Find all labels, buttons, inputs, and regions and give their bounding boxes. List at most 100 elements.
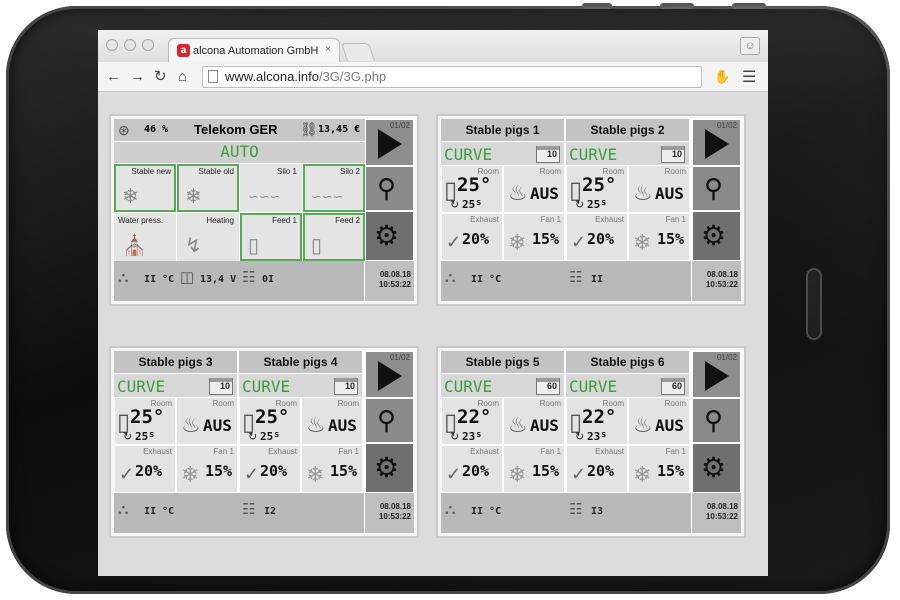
page-icon — [208, 70, 218, 83]
settings-button[interactable]: ⚙ — [692, 443, 741, 493]
play-button[interactable]: 01/02 — [692, 351, 741, 398]
fan-cell[interactable]: Fan 1 ❄ 15% — [628, 445, 690, 493]
water-press-cell[interactable]: Water press. ⛪ — [114, 213, 176, 261]
network-icon: ☷ — [569, 501, 583, 518]
browser-window: a alcona Automation GmbH × ☺ ← → ↻ ⌂ www… — [98, 30, 768, 576]
room-panel[interactable]: Stable pigs 1 CURVE 10 Room ▯ 25° ↻ 25 s… — [436, 114, 746, 306]
settings-button[interactable]: ⚙ — [365, 211, 414, 261]
mode-indicator[interactable]: AUTO — [114, 141, 365, 163]
room-panel[interactable]: Stable pigs 5 CURVE 60 Room ▯ 22° ↻ 23 s… — [436, 346, 746, 538]
forward-icon[interactable]: → — [130, 68, 145, 86]
room-temp-cell[interactable]: Room ▯ 22° ↻ 23 s — [566, 397, 628, 445]
room-title[interactable]: Stable pigs 6 — [566, 351, 690, 373]
play-button[interactable]: 01/02 — [365, 351, 414, 398]
overview-panel[interactable]: ⊛ 46 % Telekom GER ⛓ 13,45 € AUTO Stable… — [109, 114, 419, 306]
room-temp-cell[interactable]: Room ▯ 25° ↻ 25 s — [239, 397, 301, 445]
room-panel[interactable]: Stable pigs 3 CURVE 10 Room ▯ 25° ↻ 25 s… — [109, 346, 419, 538]
settings-button[interactable]: ⚙ — [692, 211, 741, 261]
exhaust-cell[interactable]: Exhaust ✓ 20% — [441, 213, 503, 261]
exhaust-cell[interactable]: Exhaust ✓ 20% — [114, 445, 176, 493]
fan-cell[interactable]: Fan 1 ❄ 15% — [301, 445, 363, 493]
extension-icon[interactable]: ✋ — [714, 69, 730, 85]
room-temp-cell[interactable]: Room ▯ 25° ↻ 25 s — [114, 397, 176, 445]
zoom-button[interactable]: ⚲ — [365, 398, 414, 443]
window-close-dot[interactable] — [106, 39, 118, 51]
heating-cell[interactable]: Room ♨ AUS — [628, 397, 690, 445]
room-column: Stable pigs 5 CURVE 60 Room ▯ 22° ↻ 23 s… — [441, 351, 565, 493]
fan-icon: ❄ — [633, 462, 652, 487]
window-maximize-dot[interactable] — [142, 39, 154, 51]
zoom-button[interactable]: ⚲ — [692, 166, 741, 211]
gears-icon: ⚙ — [701, 220, 727, 251]
stable-new-cell[interactable]: Stable new ❄ — [114, 164, 176, 212]
profile-icon[interactable]: ☺ — [740, 37, 760, 55]
zoom-button[interactable]: ⚲ — [692, 398, 741, 443]
exhaust-cell[interactable]: Exhaust ✓ 20% — [566, 445, 628, 493]
fan-cell[interactable]: Fan 1 ❄ 15% — [503, 445, 565, 493]
room-temperature-target: 25 — [587, 198, 601, 211]
window-minimize-dot[interactable] — [124, 39, 136, 51]
tab-title: alcona Automation GmbH — [193, 44, 319, 57]
room-mode[interactable]: CURVE 10 — [114, 373, 238, 397]
fan-cell[interactable]: Fan 1 ❄ 15% — [628, 213, 690, 261]
signal-strength: 46 % — [144, 124, 169, 135]
heating-cell[interactable]: Room ♨ AUS — [503, 397, 565, 445]
heating-cell[interactable]: Room ♨ AUS — [301, 397, 363, 445]
room-title[interactable]: Stable pigs 5 — [441, 351, 565, 373]
settings-button[interactable]: ⚙ — [365, 443, 414, 493]
room-title[interactable]: Stable pigs 1 — [441, 119, 565, 141]
network-icon: ☷ — [242, 501, 256, 518]
back-icon[interactable]: ← — [106, 68, 121, 86]
room-temperature-target-unit: s — [476, 430, 482, 440]
mode-text: CURVE — [242, 377, 291, 396]
magnifier-icon: ⚲ — [704, 173, 724, 203]
silo-1-cell[interactable]: Silo 1 ∽∽∽ — [240, 164, 302, 212]
fan-cell[interactable]: Fan 1 ❄ 15% — [503, 213, 565, 261]
tab-bar: a alcona Automation GmbH × ☺ — [98, 30, 768, 62]
silo-2-cell[interactable]: Silo 2 ∽∽∽ — [303, 164, 365, 212]
play-button[interactable]: 01/02 — [692, 119, 741, 166]
room-mode[interactable]: CURVE 60 — [441, 373, 565, 397]
reload-icon[interactable]: ↻ — [154, 68, 167, 86]
room-mode[interactable]: CURVE 10 — [441, 141, 565, 165]
heating-cell[interactable]: Room ♨ AUS — [503, 165, 565, 213]
antenna-icon: ⊛ — [118, 122, 130, 138]
room-temperature: 22° — [582, 406, 617, 428]
mode-text: CURVE — [117, 377, 166, 396]
browser-tab[interactable]: a alcona Automation GmbH × — [168, 38, 340, 62]
exhaust-cell[interactable]: Exhaust ✓ 20% — [441, 445, 503, 493]
play-button[interactable]: 01/02 — [365, 119, 414, 166]
zoom-button[interactable]: ⚲ — [365, 166, 414, 211]
thermometer-icon: ▯ — [248, 235, 260, 257]
feed-2-cell[interactable]: Feed 2 ▯ — [303, 213, 365, 261]
room-title[interactable]: Stable pigs 2 — [566, 119, 690, 141]
feed-1-cell[interactable]: Feed 1 ▯ — [240, 213, 302, 261]
exhaust-value: 20% — [462, 462, 490, 480]
heating-cell[interactable]: Room ♨ AUS — [176, 397, 238, 445]
room-temperature: 25° — [255, 406, 290, 428]
home-icon[interactable]: ⌂ — [178, 68, 187, 86]
room-mode[interactable]: CURVE 10 — [239, 373, 363, 397]
room-temp-cell[interactable]: Room ▯ 22° ↻ 23 s — [441, 397, 503, 445]
fan-cell[interactable]: Fan 1 ❄ 15% — [176, 445, 238, 493]
alcona-logo-icon: a — [177, 44, 190, 57]
play-icon — [378, 361, 402, 391]
tab-close-icon[interactable]: × — [325, 44, 331, 55]
heating-cell[interactable]: Heating ↯ — [177, 213, 239, 261]
stable-old-cell[interactable]: Stable old ❄ — [177, 164, 239, 212]
magnifier-icon: ⚲ — [704, 405, 724, 435]
room-temp-cell[interactable]: Room ▯ 25° ↻ 25 s — [441, 165, 503, 213]
room-mode[interactable]: CURVE 60 — [566, 373, 690, 397]
room-mode[interactable]: CURVE 10 — [566, 141, 690, 165]
silo-icon: ∽∽∽ — [311, 189, 344, 204]
menu-icon[interactable]: ☰ — [742, 67, 756, 87]
room-title[interactable]: Stable pigs 4 — [239, 351, 363, 373]
heating-cell[interactable]: Room ♨ AUS — [628, 165, 690, 213]
room-title[interactable]: Stable pigs 3 — [114, 351, 238, 373]
room-temp-cell[interactable]: Room ▯ 25° ↻ 25 s — [566, 165, 628, 213]
exhaust-cell[interactable]: Exhaust ✓ 20% — [566, 213, 628, 261]
new-tab-button[interactable] — [341, 43, 375, 61]
address-bar[interactable]: www.alcona.info/3G/3G.php — [202, 66, 702, 88]
dashboard: ⊛ 46 % Telekom GER ⛓ 13,45 € AUTO Stable… — [98, 92, 768, 576]
exhaust-cell[interactable]: Exhaust ✓ 20% — [239, 445, 301, 493]
